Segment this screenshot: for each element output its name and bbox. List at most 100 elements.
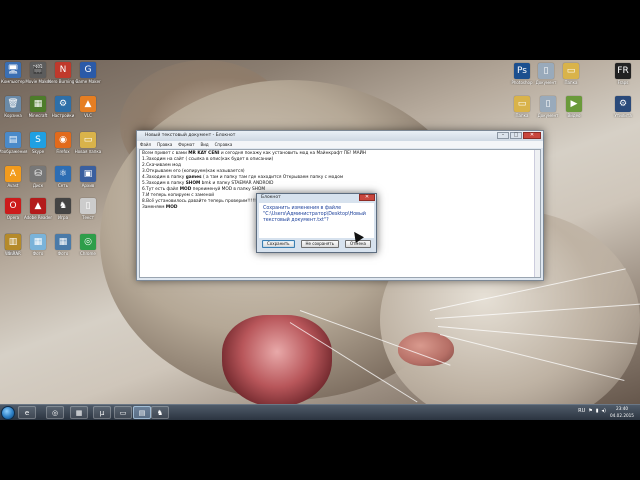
avast-icon-glyph: A (5, 166, 21, 182)
gamemaker-icon-glyph: G (80, 62, 96, 78)
recycle-bin-icon[interactable]: 🗑 Корзина (2, 96, 24, 118)
desktop-icon-label: Видео (567, 113, 581, 118)
clock[interactable]: 23:40 04.02.2015 (607, 406, 637, 419)
video-icon[interactable]: ▶ Видео (563, 96, 585, 118)
volume-icon[interactable]: ◂) (602, 408, 606, 414)
utorrent-taskbar-icon[interactable]: µ (93, 406, 111, 419)
desktop-icon-label: Fraps (617, 80, 629, 85)
wallpaper-cat-mouth (222, 315, 332, 407)
ie-taskbar-icon[interactable]: e (18, 406, 36, 419)
skype-icon-glyph: S (30, 132, 46, 148)
notepad-titlebar[interactable]: Новый текстовый документ - Блокнот – □ ✕ (137, 131, 543, 141)
menu-item[interactable]: Вид (201, 141, 209, 148)
computer-icon[interactable]: 🖥 Компьютер (1, 62, 25, 84)
photoshop-icon-glyph: Ps (514, 63, 530, 79)
dont-save-button[interactable]: Не сохранять (300, 240, 339, 248)
menu-item[interactable]: Справка (215, 141, 233, 148)
images-icon[interactable]: ▤ Изображения (0, 132, 27, 154)
folder-icon[interactable]: ▭ Новая папка (75, 132, 101, 154)
menu-item[interactable]: Формат (178, 141, 194, 148)
save-button[interactable]: Сохранить (262, 240, 295, 248)
settings-app-icon[interactable]: ⚙ Настройки (52, 96, 74, 118)
maximize-button[interactable]: □ (510, 132, 522, 139)
archive-icon-glyph: ▣ (80, 166, 96, 182)
save-changes-dialog[interactable]: Блокнот ✕ Сохранить изменения в файле "C… (256, 193, 377, 253)
notepad-menubar: Файл Правка Формат Вид Справка (137, 141, 543, 148)
fraps-icon-glyph: FR (615, 63, 631, 79)
text-segment: ( а там и папку там где находится Открыв… (201, 175, 344, 180)
doc2-icon[interactable]: ▯ Документ (537, 96, 559, 118)
letterbox-bottom (0, 420, 640, 480)
text-segment: Заменяем (142, 205, 166, 210)
desktop-icon-label: Game Maker (75, 79, 101, 84)
doc1-icon[interactable]: ▯ Документ (535, 63, 557, 85)
tool-icon[interactable]: ⚙ Утилита (612, 96, 634, 118)
nero-icon[interactable]: NNero Burning ROM (48, 62, 78, 84)
photo2-icon-glyph: ▦ (30, 234, 46, 250)
text-segment: 7.И теперь копируем с заменой (142, 193, 215, 198)
photo2-icon[interactable]: ▦ Фото (27, 234, 49, 256)
nero-icon-glyph: N (55, 62, 71, 78)
doc2-icon-glyph: ▯ (540, 96, 556, 112)
explorer-taskbar-icon[interactable]: ▭ (114, 406, 132, 419)
gamemaker-icon[interactable]: G Game Maker (75, 62, 101, 84)
textfile-icon[interactable]: ▯ Текст (77, 198, 99, 220)
text-segment: 8.Всё установилось давайте теперь провер… (142, 199, 270, 204)
text-segment: 3.Открываем его (копируем(как называется… (142, 169, 245, 174)
close-button[interactable]: ✕ (523, 132, 541, 139)
minimize-button[interactable]: – (497, 132, 509, 139)
desktop-icon-label: Утилита (614, 113, 632, 118)
text-segment-bold: MOD (165, 205, 178, 210)
network-icon[interactable]: ⚛ Сеть (52, 166, 74, 188)
chrome-taskbar-icon[interactable]: ◎ (46, 406, 64, 419)
vlc-icon[interactable]: ▲ VLC (77, 96, 99, 118)
text-segment: и сегодня покажу как установить мод на М… (219, 151, 367, 156)
firefox-icon[interactable]: ◉ Firefox (52, 132, 74, 154)
opera-icon-glyph: O (5, 198, 21, 214)
dialog-title: Блокнот (261, 195, 281, 200)
chrome-icon[interactable]: ◎ Chrome (77, 234, 99, 256)
desktop-icon-label: Архив (81, 183, 95, 188)
notepad-scrollbar[interactable] (534, 150, 540, 277)
vlc-icon-glyph: ▲ (80, 96, 96, 112)
text-segment: 5.Заходим в папку (142, 181, 186, 186)
minecraft-icon[interactable]: ▦ Minecraft (27, 96, 49, 118)
language-indicator[interactable]: RU (578, 408, 585, 414)
dialog-close-button[interactable]: ✕ (359, 194, 375, 201)
photos-taskbar-icon[interactable]: ▦ (70, 406, 88, 419)
start-button[interactable] (1, 406, 15, 420)
folder2-icon-glyph: ▭ (563, 63, 579, 79)
desktop-icon-label: VLC (84, 113, 92, 118)
network-tray-icon[interactable]: ▮ (596, 408, 599, 414)
avast-icon[interactable]: A Avast (2, 166, 24, 188)
flag-icon[interactable]: ⚑ (588, 408, 592, 414)
text-segment: 4.Заходим в папку (142, 175, 186, 180)
text-segment: 6.Тут есть файл (142, 187, 180, 192)
photoshop-icon[interactable]: Ps Photoshop (511, 63, 533, 85)
text-segment: 1.Заходим на сайт ( ссылка в опис(как бу… (142, 157, 274, 162)
drive-icon[interactable]: ⛁ Диск (27, 166, 49, 188)
game-icon[interactable]: ♞ Игра (52, 198, 74, 220)
acrobat-icon[interactable]: ▲ Adobe Reader (24, 198, 52, 220)
folder-icon-glyph: ▭ (80, 132, 96, 148)
fraps-icon[interactable]: FR Fraps (612, 63, 634, 85)
winrar-icon[interactable]: ▥ WinRAR (2, 234, 24, 256)
dialog-titlebar[interactable]: Блокнот ✕ (257, 194, 376, 202)
archive-icon[interactable]: ▣ Архив (77, 166, 99, 188)
folder2-icon[interactable]: ▭ Папка (560, 63, 582, 85)
game-taskbar-icon[interactable]: ♞ (151, 406, 169, 419)
menu-item[interactable]: Файл (140, 141, 151, 148)
folder3-icon[interactable]: ▭ Папка (511, 96, 533, 118)
photo3-icon[interactable]: ▦ Фото (52, 234, 74, 256)
text-segment-bold: MOD (179, 187, 192, 192)
notepad-taskbar-icon[interactable]: ▤ (133, 406, 151, 419)
system-tray: RU ⚑ ▮ ◂) (578, 408, 606, 414)
movie-maker-icon[interactable]: 🎬 Movie Maker (25, 62, 51, 84)
text-segment-bold: SHOM (185, 181, 201, 186)
opera-icon[interactable]: O Opera (2, 198, 24, 220)
skype-icon[interactable]: S Skype (27, 132, 49, 154)
recycle-bin-icon-glyph: 🗑 (5, 96, 21, 112)
menu-item[interactable]: Правка (157, 141, 172, 148)
notepad-title: Новый текстовый документ - Блокнот (145, 133, 236, 138)
text-segment: Всем привет с вами (142, 151, 189, 156)
